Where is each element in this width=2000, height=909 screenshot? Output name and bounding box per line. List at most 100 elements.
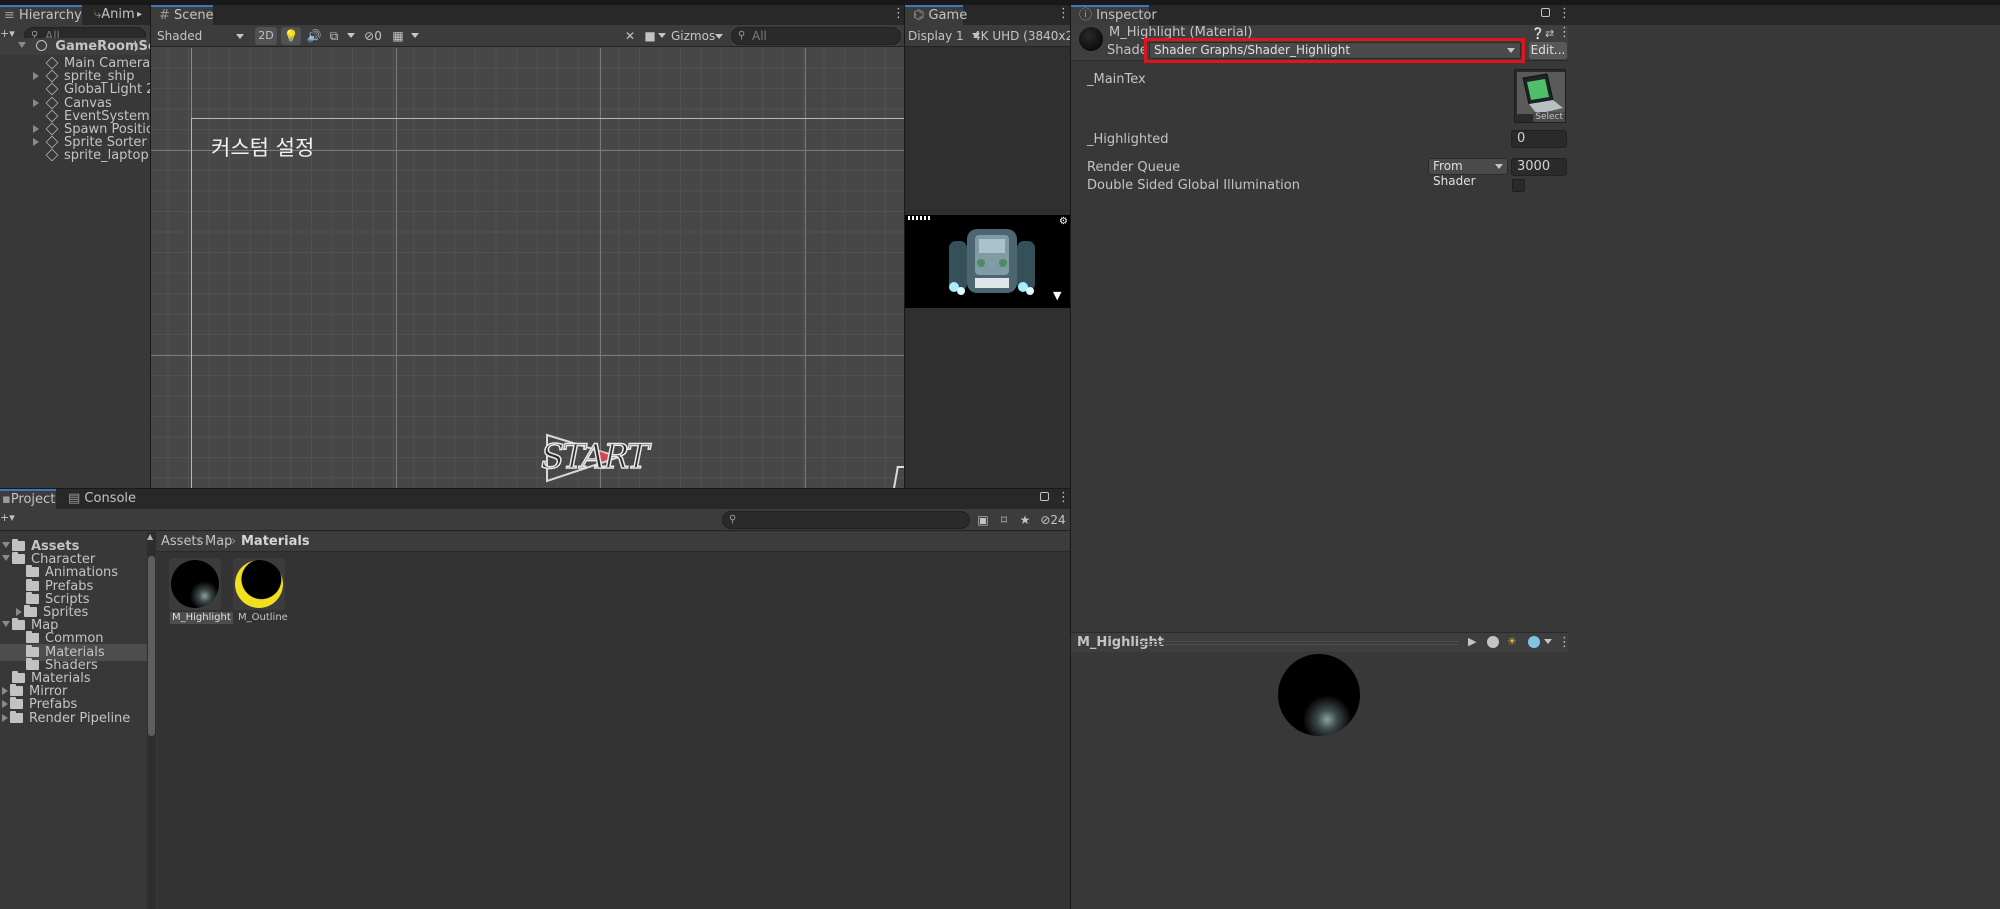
scene-kebab-icon[interactable]: ⋮: [129, 38, 142, 55]
expand-arrow-icon[interactable]: [18, 42, 26, 48]
audio-toggle-icon[interactable]: 🔊: [305, 27, 323, 45]
inspector-tab-menu-icon[interactable]: ⋮: [1558, 5, 1571, 23]
tab-animation[interactable]: ⤷Anim: [86, 5, 142, 25]
preview-background-icon[interactable]: [1528, 636, 1540, 648]
tab-inspector[interactable]: ⓘ Inspector: [1071, 5, 1157, 25]
preview-mesh-icon[interactable]: [1487, 636, 1499, 648]
folder-tab-icon: ▪: [2, 492, 11, 507]
effects-toggle-icon[interactable]: ⧉: [325, 27, 343, 45]
asset-m-highlight[interactable]: M_Highlight: [169, 558, 233, 626]
help-icon[interactable]: ❔: [1531, 27, 1545, 40]
start-label: START: [540, 436, 650, 478]
gizmos-dropdown[interactable]: Gizmos: [669, 27, 725, 45]
project-tab-menu-icon[interactable]: ⋮: [1057, 489, 1070, 507]
asset-m-outline[interactable]: M_Outline: [233, 558, 288, 626]
render-queue-source-dropdown[interactable]: From Shader: [1428, 158, 1508, 188]
info-icon: ⓘ: [1079, 8, 1097, 23]
gamepad-icon: ⌬: [913, 8, 929, 23]
inspector-lock-icon[interactable]: [1541, 8, 1550, 17]
preview-menu-icon[interactable]: ⋮: [1558, 633, 1571, 653]
preview-light-icon[interactable]: ☀: [1507, 635, 1517, 648]
favorites-star-icon[interactable]: ★: [1016, 511, 1034, 529]
search-by-label-icon[interactable]: ⌑: [995, 511, 1013, 529]
component-menu-icon[interactable]: ⋮: [1558, 25, 1571, 40]
tab-hierarchy[interactable]: ≡ Hierarchy: [0, 5, 82, 25]
project-folder-tree: Assets Character Animations Prefabs Scripts S…: [0, 532, 147, 909]
folder-icon: [26, 565, 39, 578]
expand-arrow-icon[interactable]: [2, 542, 10, 548]
tab-project[interactable]: ▪Project: [0, 489, 56, 509]
breadcrumb-materials[interactable]: Materials: [241, 532, 310, 552]
texture-select-button[interactable]: Select: [1533, 112, 1565, 122]
scene-search-input[interactable]: ⚲ All: [731, 27, 901, 45]
effects-dropdown-icon[interactable]: [345, 27, 357, 45]
hierarchy-item[interactable]: sprite_laptop: [0, 147, 150, 164]
unity-scene-icon: [36, 40, 48, 51]
toggle-2d-button[interactable]: 2D: [255, 27, 277, 45]
scene-toolbar: Shaded 2D 💡 🔊 ⧉ ⊘0 ▦ ✕ ■ Gizmos ⚲ All: [151, 25, 904, 47]
folder-icon: [26, 578, 39, 591]
preview-resize-handle[interactable]: [1139, 641, 1459, 645]
tree-scrollbar[interactable]: ▲: [147, 532, 156, 909]
game-view[interactable]: ⚙ ▼: [905, 215, 1070, 308]
edit-shader-button[interactable]: Edit...: [1529, 42, 1567, 59]
project-tabbar: ▪Project ▤ Console ⋮: [0, 489, 1070, 509]
tab-game[interactable]: ⌬ Game: [905, 5, 967, 25]
display-dropdown[interactable]: Display 1: [908, 27, 980, 45]
expand-arrow-icon[interactable]: [33, 138, 39, 147]
tree-scroll-up-icon[interactable]: ▲: [147, 532, 153, 541]
grid-dropdown-icon[interactable]: [409, 27, 421, 45]
game-tab-menu-icon[interactable]: ⋮: [1057, 5, 1070, 23]
folder-icon: [10, 697, 23, 710]
expand-arrow-icon[interactable]: [16, 608, 22, 616]
double-sided-gi-checkbox[interactable]: [1512, 179, 1525, 192]
settings-gear-icon[interactable]: ⚙: [1059, 216, 1068, 227]
expand-arrow-icon[interactable]: [33, 72, 39, 81]
folder-icon: [24, 605, 37, 617]
expand-arrow-icon[interactable]: [2, 555, 10, 562]
search-by-type-icon[interactable]: ▣: [974, 511, 992, 529]
expand-arrow-icon[interactable]: [2, 621, 10, 628]
expand-arrow-icon[interactable]: [33, 125, 39, 133]
scene-viewport[interactable]: 커스텀 설정 START: [151, 48, 904, 488]
tab-console[interactable]: ▤ Console: [60, 489, 136, 509]
create-dropdown-icon[interactable]: +▾: [0, 511, 15, 524]
camera-icon[interactable]: ■: [643, 27, 667, 45]
scene-root[interactable]: GameRoomScene ⋮: [0, 38, 150, 55]
hierarchy-icon: ≡: [4, 8, 20, 23]
tab-overflow-icon[interactable]: ▸: [137, 5, 142, 25]
breadcrumb-map[interactable]: Map: [205, 532, 232, 552]
scene-visibility-toggle[interactable]: ⊘0: [359, 27, 387, 45]
folder-icon: [10, 684, 23, 697]
resolution-dropdown[interactable]: 4K UHD (3840x2160: [973, 27, 1070, 45]
expand-arrow-icon[interactable]: [2, 687, 8, 696]
render-queue-field[interactable]: 3000: [1511, 158, 1567, 176]
expand-arrow-icon[interactable]: [2, 713, 8, 722]
preview-dropdown-icon[interactable]: [1544, 635, 1552, 650]
asset-thumbnail-highlight: [169, 558, 221, 610]
expand-arrow-icon[interactable]: [33, 98, 39, 107]
grid-toggle-icon[interactable]: ▦: [389, 27, 407, 45]
preset-icon[interactable]: ⇄: [1545, 27, 1554, 40]
play-icon[interactable]: ▶: [1468, 635, 1476, 648]
tab-scene[interactable]: # Scene: [151, 5, 214, 25]
project-lock-icon[interactable]: [1040, 492, 1049, 501]
expand-arrow-icon[interactable]: [2, 700, 8, 709]
scene-tab-menu-icon[interactable]: ⋮: [892, 5, 904, 23]
shading-mode-dropdown[interactable]: Shaded: [151, 27, 248, 45]
inspector-panel: ⓘ Inspector ⋮ M_Highlight (Material) ❔ ⇄…: [1071, 5, 2000, 909]
tools-icon[interactable]: ✕: [621, 27, 639, 45]
canvas-title-text[interactable]: 커스텀 설정: [211, 132, 314, 162]
maintex-slot[interactable]: Select: [1514, 69, 1566, 123]
hidden-packages-toggle[interactable]: ⊘24: [1038, 511, 1068, 529]
folder-icon: [26, 644, 39, 657]
tree-scroll-thumb[interactable]: [148, 556, 155, 736]
lighting-toggle-icon[interactable]: 💡: [281, 27, 301, 45]
asset-label: M_Outline: [238, 612, 288, 623]
hidden-eye-icon: ⊘: [364, 29, 375, 43]
start-button-sprite[interactable]: START: [539, 431, 650, 485]
highlighted-field[interactable]: 0: [1511, 130, 1567, 148]
project-search-input[interactable]: ⚲: [722, 511, 970, 529]
hierarchy-panel: ≡ Hierarchy ⤷Anim ▸ +▾ ⚲ All GameRoomSce…: [0, 5, 150, 488]
project-folder-item[interactable]: Render Pipeline: [0, 710, 147, 727]
